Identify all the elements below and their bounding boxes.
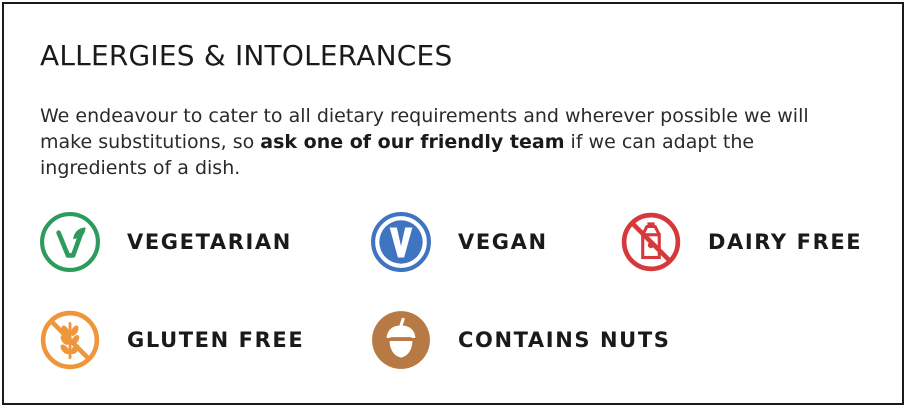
no-wheat-icon [40, 310, 100, 370]
vegetarian-label: VEGETARIAN [127, 230, 292, 254]
gluten-free-label: GLUTEN FREE [127, 328, 305, 352]
legend-item-contains-nuts: CONTAINS NUTS [370, 309, 671, 371]
dairy-free-label: DAIRY FREE [708, 230, 863, 254]
intro-emphasis: ask one of our friendly team [260, 131, 565, 153]
panel-title: ALLERGIES & INTOLERANCES [40, 39, 453, 72]
no-milk-carton-icon [621, 212, 681, 272]
allergies-panel: ALLERGIES & INTOLERANCES We endeavour to… [2, 2, 904, 405]
legend-item-vegan: VEGAN [370, 211, 548, 273]
vegetarian-v-icon [40, 212, 100, 272]
vegan-v-icon [371, 212, 431, 272]
intro-paragraph: We endeavour to cater to all dietary req… [40, 103, 860, 181]
acorn-nut-icon [372, 311, 430, 369]
legend-item-dairy-free: DAIRY FREE [620, 211, 862, 273]
legend-item-vegetarian: VEGETARIAN [39, 211, 292, 273]
vegan-label: VEGAN [458, 230, 548, 254]
legend-item-gluten-free: GLUTEN FREE [39, 309, 304, 371]
contains-nuts-label: CONTAINS NUTS [458, 328, 671, 352]
